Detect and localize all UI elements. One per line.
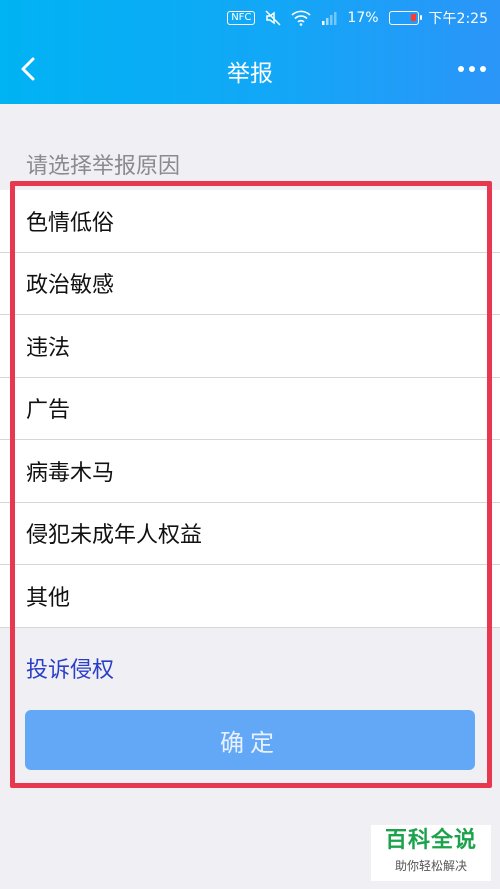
reason-item-porn[interactable]: 色情低俗: [0, 190, 500, 253]
status-time: 下午2:25: [428, 11, 488, 27]
more-dots-icon[interactable]: [458, 66, 486, 72]
mute-icon: [265, 10, 281, 26]
reason-item-other[interactable]: 其他: [0, 565, 500, 628]
navigation-bar: 举报: [0, 36, 500, 104]
reason-item-illegal[interactable]: 违法: [0, 315, 500, 378]
section-label: 请选择举报原因: [26, 154, 181, 179]
signal-icon: [322, 12, 337, 25]
reason-item-politics[interactable]: 政治敏感: [0, 253, 500, 315]
reason-item-ads[interactable]: 广告: [0, 378, 500, 440]
complaint-infringement-link[interactable]: 投诉侵权: [26, 652, 114, 684]
status-bar: NFC 17% 下午2:25: [0, 0, 500, 36]
watermark-logo: 百科全说 助你轻松解决: [371, 825, 491, 881]
watermark-subtitle: 助你轻松解决: [394, 859, 467, 873]
wifi-icon: [291, 10, 311, 26]
reason-list: 色情低俗 政治敏感 违法 广告 病毒木马 侵犯未成年人权益 其他: [0, 190, 500, 628]
confirm-button[interactable]: 确定: [25, 710, 475, 770]
watermark-title: 百科全说: [384, 828, 477, 853]
battery-icon: [388, 11, 422, 25]
reason-item-minor-rights[interactable]: 侵犯未成年人权益: [0, 503, 500, 565]
reason-item-virus[interactable]: 病毒木马: [0, 440, 500, 503]
page-title: 举报: [227, 61, 273, 87]
nfc-icon: NFC: [227, 11, 256, 25]
battery-percent: 17%: [347, 10, 379, 26]
app-header: NFC 17% 下午2:25 举报: [0, 0, 500, 104]
